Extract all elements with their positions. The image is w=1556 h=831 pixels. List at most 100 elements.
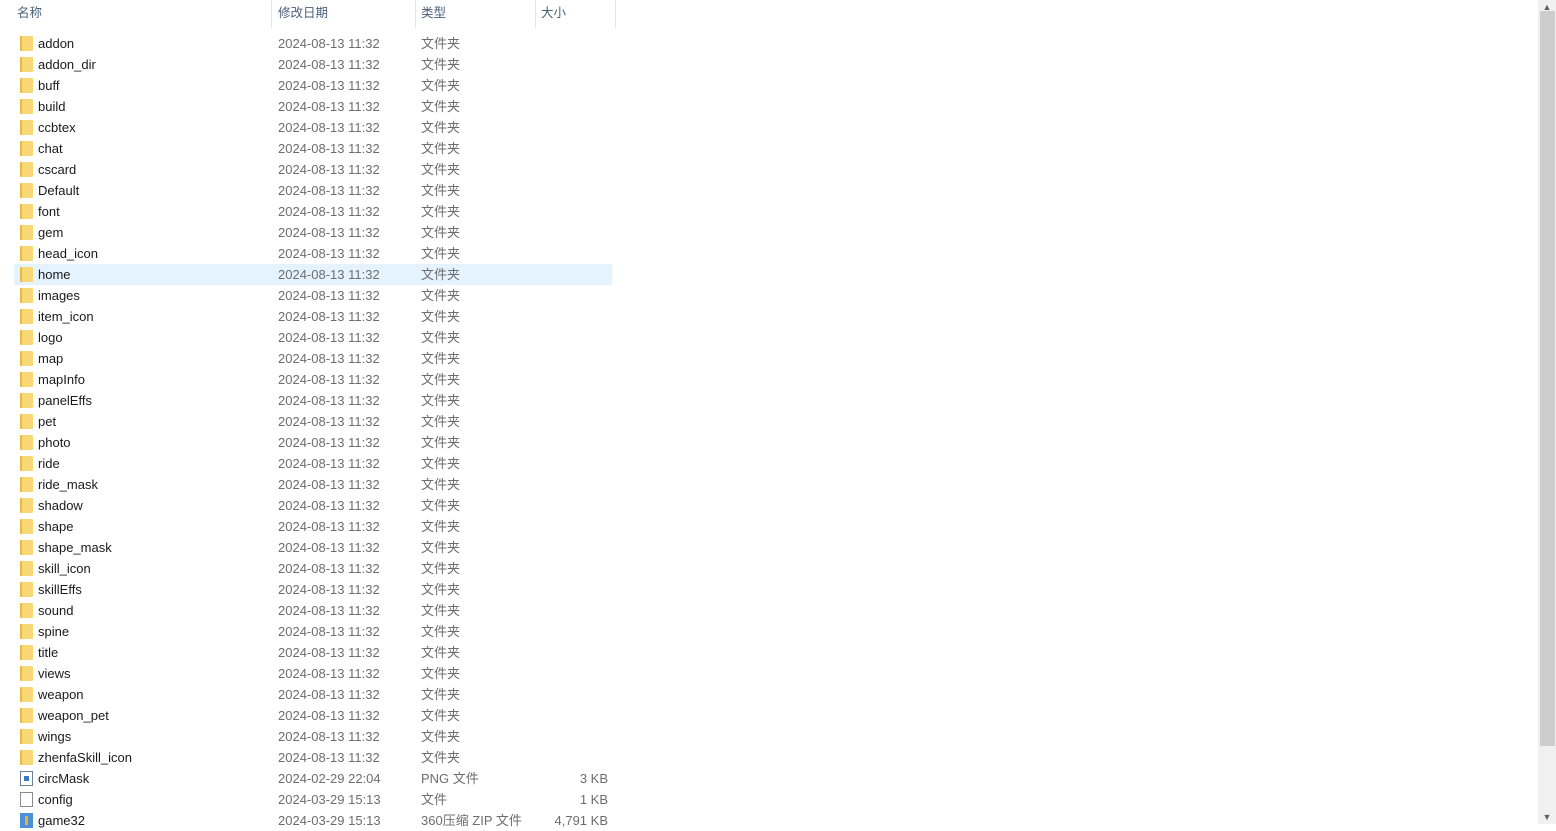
folder-icon xyxy=(20,309,33,324)
file-name: views xyxy=(38,666,71,681)
file-row[interactable]: pet 2024-08-13 11:32 文件夹 xyxy=(14,411,612,432)
file-row[interactable]: item_icon 2024-08-13 11:32 文件夹 xyxy=(14,306,612,327)
file-row[interactable]: ride_mask 2024-08-13 11:32 文件夹 xyxy=(14,474,612,495)
column-divider[interactable] xyxy=(535,0,536,28)
file-type: 文件夹 xyxy=(421,330,461,345)
column-date[interactable]: 修改日期 xyxy=(278,0,328,28)
file-row[interactable]: game32 2024-03-29 15:13 360压缩 ZIP 文件 4,7… xyxy=(14,810,612,831)
file-type: 文件夹 xyxy=(421,225,461,240)
folder-icon xyxy=(20,645,33,660)
file-row[interactable]: title 2024-08-13 11:32 文件夹 xyxy=(14,642,612,663)
scroll-down-icon[interactable]: ▼ xyxy=(1538,812,1556,822)
file-type: 文件夹 xyxy=(421,57,461,72)
file-row[interactable]: shape_mask 2024-08-13 11:32 文件夹 xyxy=(14,537,612,558)
file-row[interactable]: head_icon 2024-08-13 11:32 文件夹 xyxy=(14,243,612,264)
file-name: chat xyxy=(38,141,63,156)
file-row[interactable]: weapon_pet 2024-08-13 11:32 文件夹 xyxy=(14,705,612,726)
file-date: 2024-08-13 11:32 xyxy=(278,708,380,723)
folder-icon xyxy=(20,162,33,177)
file-row[interactable]: home 2024-08-13 11:32 文件夹 xyxy=(14,264,612,285)
file-type: 文件夹 xyxy=(421,99,461,114)
file-row[interactable]: font 2024-08-13 11:32 文件夹 xyxy=(14,201,612,222)
file-row[interactable]: skill_icon 2024-08-13 11:32 文件夹 xyxy=(14,558,612,579)
file-date: 2024-08-13 11:32 xyxy=(278,204,380,219)
file-date: 2024-02-29 22:04 xyxy=(278,771,381,786)
file-type: 文件夹 xyxy=(421,372,461,387)
file-row[interactable]: addon 2024-08-13 11:32 文件夹 xyxy=(14,33,612,54)
file-date: 2024-08-13 11:32 xyxy=(278,372,380,387)
file-row[interactable]: buff 2024-08-13 11:32 文件夹 xyxy=(14,75,612,96)
file-row[interactable]: spine 2024-08-13 11:32 文件夹 xyxy=(14,621,612,642)
file-type: 文件夹 xyxy=(421,456,461,471)
scrollbar-thumb[interactable] xyxy=(1540,11,1555,746)
folder-icon xyxy=(20,561,33,576)
file-name: shape_mask xyxy=(38,540,112,555)
file-row[interactable]: Default 2024-08-13 11:32 文件夹 xyxy=(14,180,612,201)
file-date: 2024-08-13 11:32 xyxy=(278,162,380,177)
file-row[interactable]: map 2024-08-13 11:32 文件夹 xyxy=(14,348,612,369)
file-row[interactable]: skillEffs 2024-08-13 11:32 文件夹 xyxy=(14,579,612,600)
file-row[interactable]: addon_dir 2024-08-13 11:32 文件夹 xyxy=(14,54,612,75)
column-divider[interactable] xyxy=(615,0,616,28)
file-name: build xyxy=(38,99,66,114)
column-name[interactable]: 名称 xyxy=(17,0,42,28)
file-row[interactable]: ride 2024-08-13 11:32 文件夹 xyxy=(14,453,612,474)
file-date: 2024-08-13 11:32 xyxy=(278,645,380,660)
file-row[interactable]: views 2024-08-13 11:32 文件夹 xyxy=(14,663,612,684)
file-row[interactable]: zhenfaSkill_icon 2024-08-13 11:32 文件夹 xyxy=(14,747,612,768)
file-name: weapon xyxy=(38,687,84,702)
column-size[interactable]: 大小 xyxy=(541,0,566,28)
file-row[interactable]: weapon 2024-08-13 11:32 文件夹 xyxy=(14,684,612,705)
folder-icon xyxy=(20,582,33,597)
file-type: 文件夹 xyxy=(421,603,461,618)
file-row[interactable]: shape 2024-08-13 11:32 文件夹 xyxy=(14,516,612,537)
file-type: 文件夹 xyxy=(421,540,461,555)
file-name: ride xyxy=(38,456,60,471)
file-date: 2024-08-13 11:32 xyxy=(278,561,380,576)
vertical-scrollbar[interactable]: ▲ ▼ xyxy=(1538,0,1556,824)
file-name: game32 xyxy=(38,813,85,828)
column-type[interactable]: 类型 xyxy=(421,0,446,28)
file-date: 2024-08-13 11:32 xyxy=(278,36,380,51)
file-row[interactable]: logo 2024-08-13 11:32 文件夹 xyxy=(14,327,612,348)
file-type: 文件夹 xyxy=(421,183,461,198)
column-divider[interactable] xyxy=(415,0,416,28)
zip-file-icon xyxy=(20,813,33,828)
folder-icon xyxy=(20,393,33,408)
file-row[interactable]: ccbtex 2024-08-13 11:32 文件夹 xyxy=(14,117,612,138)
file-row[interactable]: mapInfo 2024-08-13 11:32 文件夹 xyxy=(14,369,612,390)
file-type: 文件夹 xyxy=(421,624,461,639)
file-name: gem xyxy=(38,225,64,240)
file-name: spine xyxy=(38,624,70,639)
file-date: 2024-08-13 11:32 xyxy=(278,477,380,492)
file-row[interactable]: images 2024-08-13 11:32 文件夹 xyxy=(14,285,612,306)
file-row[interactable]: panelEffs 2024-08-13 11:32 文件夹 xyxy=(14,390,612,411)
file-row[interactable]: shadow 2024-08-13 11:32 文件夹 xyxy=(14,495,612,516)
file-date: 2024-08-13 11:32 xyxy=(278,582,380,597)
file-row[interactable]: wings 2024-08-13 11:32 文件夹 xyxy=(14,726,612,747)
sort-ascending-icon: ⌃ xyxy=(136,0,145,7)
file-type: 文件夹 xyxy=(421,666,461,681)
column-divider[interactable] xyxy=(271,0,272,28)
file-size: 1 KB xyxy=(579,792,608,807)
file-name: shadow xyxy=(38,498,83,513)
file-row[interactable]: chat 2024-08-13 11:32 文件夹 xyxy=(14,138,612,159)
file-date: 2024-08-13 11:32 xyxy=(278,183,380,198)
file-name: wings xyxy=(38,729,72,744)
file-icon xyxy=(20,792,33,807)
file-row[interactable]: config 2024-03-29 15:13 文件 1 KB xyxy=(14,789,612,810)
file-date: 2024-08-13 11:32 xyxy=(278,414,380,429)
file-row[interactable]: photo 2024-08-13 11:32 文件夹 xyxy=(14,432,612,453)
file-row[interactable]: circMask 2024-02-29 22:04 PNG 文件 3 KB xyxy=(14,768,612,789)
file-type: 文件夹 xyxy=(421,708,461,723)
file-name: head_icon xyxy=(38,246,98,261)
file-name: shape xyxy=(38,519,74,534)
file-date: 2024-08-13 11:32 xyxy=(278,99,380,114)
file-date: 2024-08-13 11:32 xyxy=(278,666,380,681)
file-row[interactable]: build 2024-08-13 11:32 文件夹 xyxy=(14,96,612,117)
file-row[interactable]: gem 2024-08-13 11:32 文件夹 xyxy=(14,222,612,243)
file-row[interactable]: cscard 2024-08-13 11:32 文件夹 xyxy=(14,159,612,180)
file-row[interactable]: sound 2024-08-13 11:32 文件夹 xyxy=(14,600,612,621)
file-date: 2024-08-13 11:32 xyxy=(278,288,380,303)
file-name: logo xyxy=(38,330,63,345)
